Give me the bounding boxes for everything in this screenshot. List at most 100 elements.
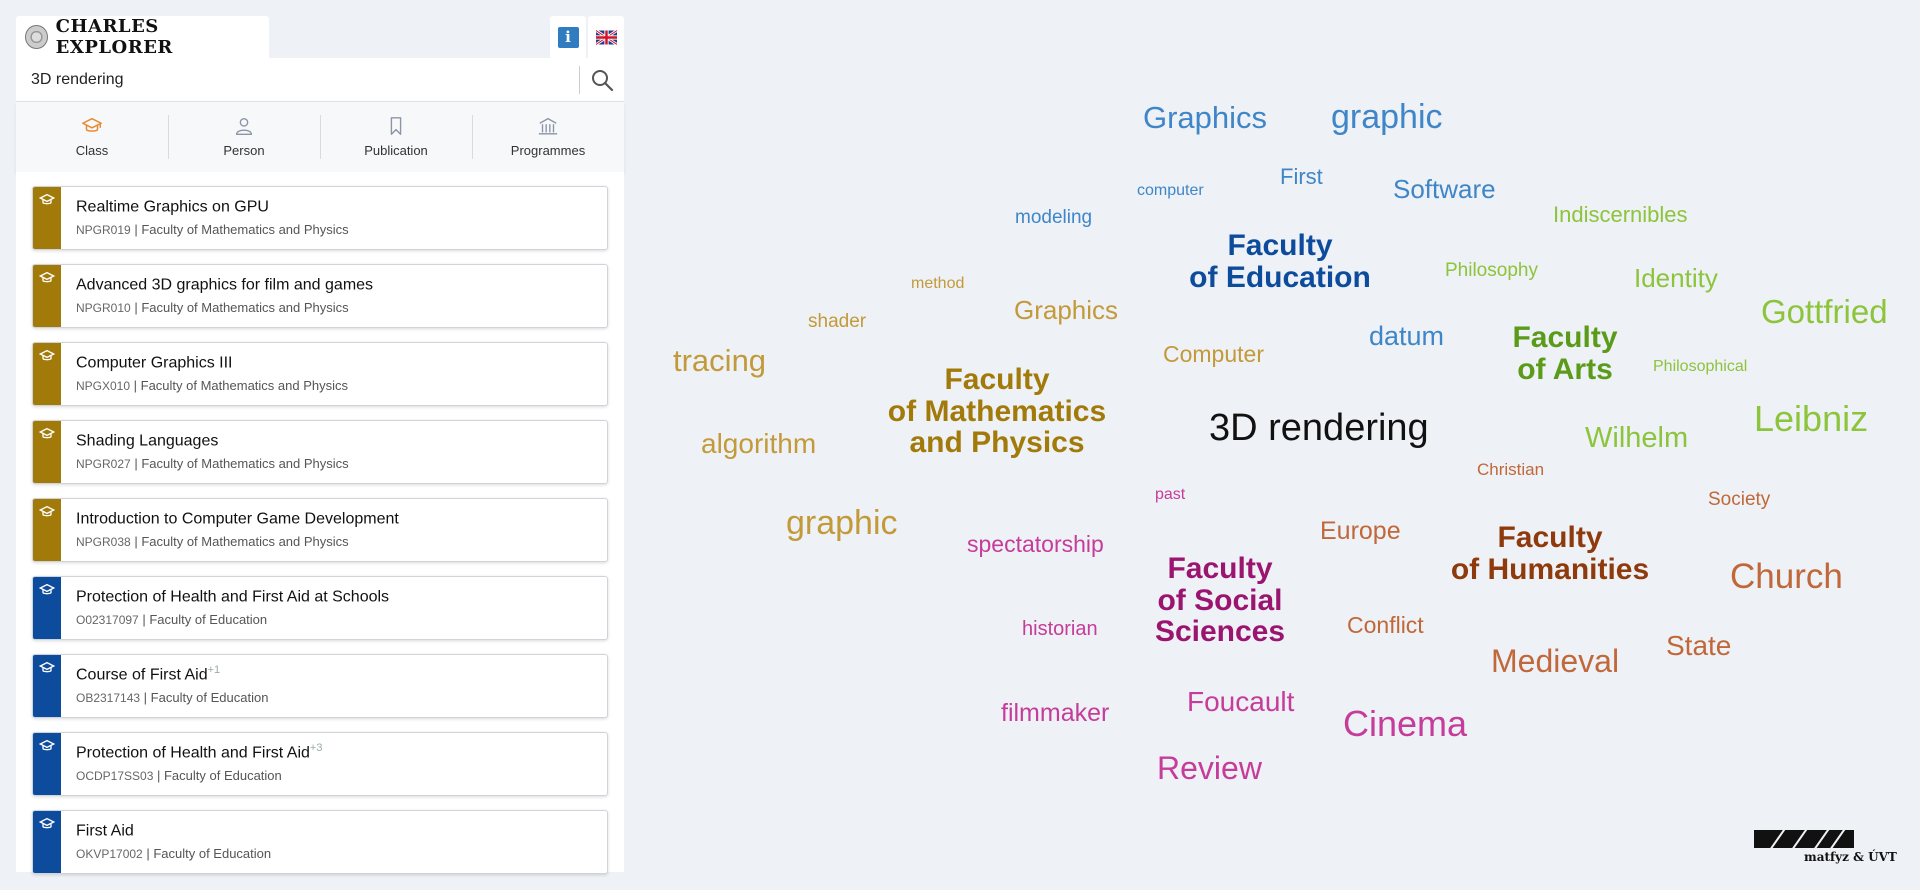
faculty-color-stripe xyxy=(33,733,61,795)
search-bar xyxy=(16,57,624,102)
cloud-term[interactable]: Graphics xyxy=(1143,102,1267,133)
cloud-term[interactable]: datum xyxy=(1369,323,1444,350)
result-title: Introduction to Computer Game Developmen… xyxy=(76,510,399,528)
result-card[interactable]: Shading Languages NPGR027 | Faculty of M… xyxy=(32,420,608,484)
app-logo[interactable]: CHARLES EXPLORER xyxy=(16,16,269,58)
result-card[interactable]: Realtime Graphics on GPU NPGR019 | Facul… xyxy=(32,186,608,250)
graduation-cap-icon xyxy=(39,271,55,283)
cloud-term[interactable]: spectatorship xyxy=(967,533,1104,556)
cloud-term[interactable]: Identity xyxy=(1634,265,1718,291)
result-card[interactable]: Advanced 3D graphics for film and games … xyxy=(32,264,608,328)
result-card[interactable]: First Aid OKVP17002 | Faculty of Educati… xyxy=(32,810,608,874)
faculty-color-stripe xyxy=(33,655,61,717)
cloud-term[interactable]: Leibniz xyxy=(1754,401,1868,437)
matfyz-uvt-logo: matfyz & ÚVT xyxy=(1754,830,1904,870)
cloud-term[interactable]: Review xyxy=(1157,752,1262,784)
category-tabs: Class Person Publication Programmes xyxy=(16,102,624,172)
search-button[interactable] xyxy=(580,58,624,102)
result-meta: NPGR038 | Faculty of Mathematics and Phy… xyxy=(76,534,349,550)
cloud-faculty-education[interactable]: Faculty of Education xyxy=(1170,230,1390,293)
tab-label: Class xyxy=(75,143,109,158)
faculty-color-stripe xyxy=(33,187,61,249)
cloud-term[interactable]: shader xyxy=(808,312,866,331)
cloud-term[interactable]: method xyxy=(911,276,964,292)
graduation-cap-icon xyxy=(39,505,55,517)
result-meta: OKVP17002 | Faculty of Education xyxy=(76,846,272,862)
faculty-color-stripe xyxy=(33,265,61,327)
cloud-term[interactable]: filmmaker xyxy=(1001,701,1109,726)
search-input[interactable] xyxy=(16,57,579,102)
result-meta: NPGR010 | Faculty of Mathematics and Phy… xyxy=(76,300,349,316)
cloud-term[interactable]: Cinema xyxy=(1343,706,1467,742)
result-meta: NPGR019 | Faculty of Mathematics and Phy… xyxy=(76,222,349,238)
cloud-term[interactable]: First xyxy=(1280,166,1323,188)
search-icon xyxy=(592,69,614,91)
cloud-term[interactable]: graphic xyxy=(1331,100,1443,134)
result-title: Realtime Graphics on GPU xyxy=(76,198,269,216)
top-bar: CHARLES EXPLORER i xyxy=(16,16,624,58)
cloud-term[interactable]: Medieval xyxy=(1491,645,1619,677)
cloud-faculty-math-physics[interactable]: Faculty of Mathematics and Physics xyxy=(872,364,1122,459)
tab-publication[interactable]: Publication xyxy=(320,102,472,172)
tab-label: Programmes xyxy=(510,143,586,158)
cloud-term[interactable]: algorithm xyxy=(701,430,816,458)
cloud-term[interactable]: Christian xyxy=(1477,461,1544,478)
cloud-term[interactable]: Gottfried xyxy=(1761,295,1888,328)
faculty-color-stripe xyxy=(33,499,61,561)
info-button[interactable]: i xyxy=(550,16,586,58)
cloud-term[interactable]: Indiscernibles xyxy=(1553,204,1688,226)
cloud-faculty-social-sciences[interactable]: Faculty of Social Sciences xyxy=(1130,553,1310,648)
cloud-term[interactable]: Software xyxy=(1393,176,1496,202)
result-title: Advanced 3D graphics for film and games xyxy=(76,276,374,294)
graduation-cap-icon xyxy=(82,117,102,132)
cloud-term[interactable]: Computer xyxy=(1163,343,1264,366)
result-meta: NPGX010 | Faculty of Mathematics and Phy… xyxy=(76,378,348,394)
cloud-term[interactable]: computer xyxy=(1137,183,1204,199)
cloud-term[interactable]: Wilhelm xyxy=(1585,424,1688,453)
result-card[interactable]: Introduction to Computer Game Developmen… xyxy=(32,498,608,562)
cloud-term[interactable]: past xyxy=(1155,487,1185,503)
cloud-faculty-arts[interactable]: Faculty of Arts xyxy=(1495,322,1635,385)
cloud-term[interactable]: tracing xyxy=(673,345,766,376)
cloud-term[interactable]: Conflict xyxy=(1347,614,1424,637)
cloud-term[interactable]: Church xyxy=(1730,559,1843,594)
person-icon xyxy=(235,117,253,135)
cloud-term[interactable]: Foucault xyxy=(1187,688,1294,716)
result-card[interactable]: Protection of Health and First Aid at Sc… xyxy=(32,576,608,640)
cloud-term[interactable]: Philosophy xyxy=(1445,261,1538,280)
result-card[interactable]: Computer Graphics III NPGX010 | Faculty … xyxy=(32,342,608,406)
language-button[interactable] xyxy=(588,16,624,58)
tab-label: Publication xyxy=(364,143,428,158)
cloud-faculty-humanities[interactable]: Faculty of Humanities xyxy=(1430,522,1670,585)
graduation-cap-icon xyxy=(39,817,55,829)
cloud-term[interactable]: Society xyxy=(1708,490,1770,509)
tab-label: Person xyxy=(223,143,265,158)
graduation-cap-icon xyxy=(39,193,55,205)
faculty-color-stripe xyxy=(33,577,61,639)
result-meta: OCDP17SS03 | Faculty of Education xyxy=(76,768,282,784)
graduation-cap-icon xyxy=(39,739,55,751)
search-panel: CHARLES EXPLORER i 3D rendering Class Pe… xyxy=(16,16,624,874)
result-card[interactable]: Course of First Aid+1 OB2317143 | Facult… xyxy=(32,654,608,718)
result-card[interactable]: Protection of Health and First Aid+3 OCD… xyxy=(32,732,608,796)
cloud-term[interactable]: Philosophical xyxy=(1653,359,1747,375)
cloud-term[interactable]: graphic xyxy=(786,506,898,540)
cloud-term[interactable]: Graphics xyxy=(1014,297,1118,323)
bookmark-icon xyxy=(390,117,402,135)
faculty-color-stripe xyxy=(33,343,61,405)
cloud-term[interactable]: Europe xyxy=(1320,519,1401,544)
cloud-center-term[interactable]: 3D rendering xyxy=(1209,409,1429,447)
cloud-term[interactable]: historian xyxy=(1022,619,1098,639)
result-title: Shading Languages xyxy=(76,432,219,450)
result-meta: NPGR027 | Faculty of Mathematics and Phy… xyxy=(76,456,349,472)
cloud-term[interactable]: modeling xyxy=(1015,208,1092,227)
graduation-cap-icon xyxy=(39,427,55,439)
graduation-cap-icon xyxy=(39,349,55,361)
tab-person[interactable]: Person xyxy=(168,102,320,172)
tab-class[interactable]: Class xyxy=(16,102,168,172)
tab-programmes[interactable]: Programmes xyxy=(472,102,624,172)
result-meta: O02317097 | Faculty of Education xyxy=(76,612,268,628)
result-title: First Aid xyxy=(76,822,134,840)
logo-mark-icon xyxy=(1754,830,1854,848)
cloud-term[interactable]: State xyxy=(1666,632,1731,660)
